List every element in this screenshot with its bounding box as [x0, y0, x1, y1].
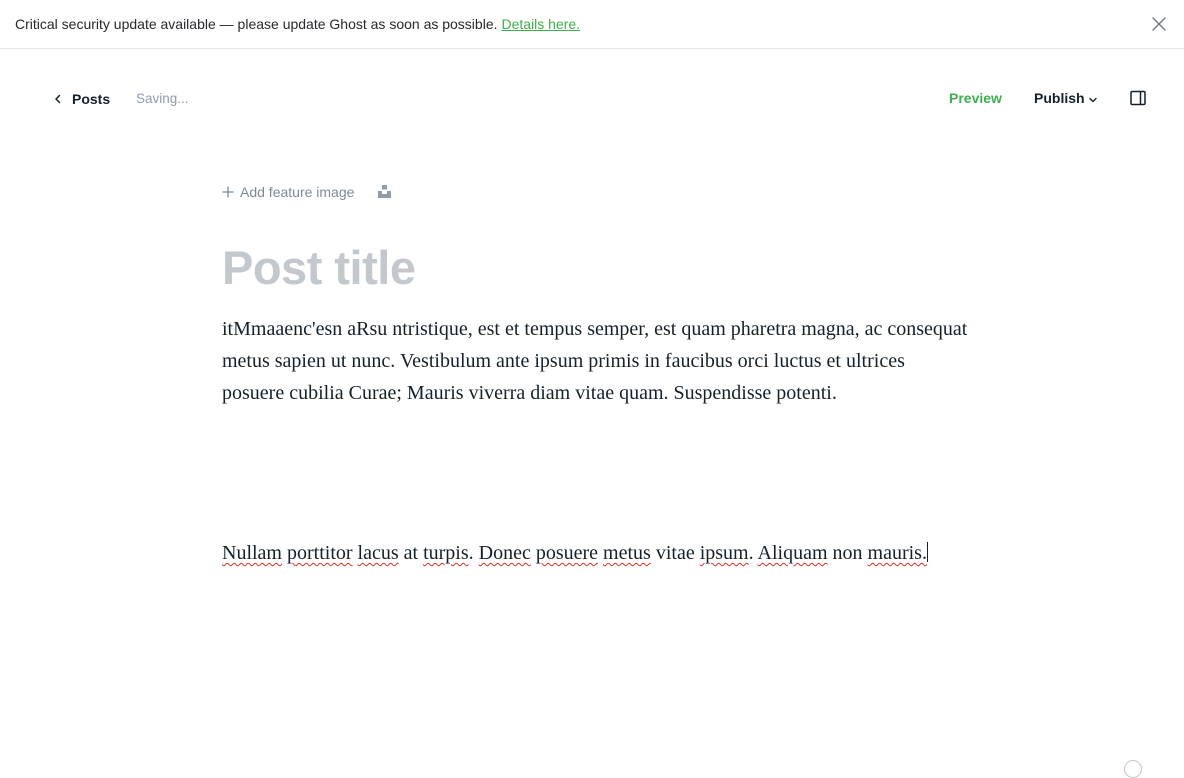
details-link[interactable]: Details here. [502, 16, 581, 32]
misspelled-word: turpis [423, 542, 469, 564]
chevron-left-icon [55, 94, 61, 104]
paragraph-text: at [398, 542, 424, 564]
paragraph-text: . [748, 542, 758, 564]
publish-label: Publish [1034, 90, 1085, 106]
misspelled-word: posuere [535, 542, 599, 564]
misspelled-word: ipsum [699, 542, 749, 564]
misspelled-word: porttitor [287, 542, 353, 564]
post-title-input[interactable]: Post title [222, 238, 416, 298]
back-label: Posts [72, 91, 111, 107]
paragraph-text: . [468, 542, 479, 564]
chevron-down-icon [1088, 97, 1097, 102]
add-feature-image-label: Add feature image [240, 184, 355, 200]
add-feature-image-button[interactable]: Add feature image [222, 184, 354, 200]
preview-button[interactable]: Preview [949, 90, 1002, 106]
text-cursor [926, 542, 928, 562]
help-icon[interactable] [1124, 760, 1142, 778]
misspelled-word: metus [603, 542, 651, 564]
banner-message-row: Critical security update available — ple… [15, 16, 580, 33]
misspelled-word: mauris. [867, 542, 927, 564]
misspelled-word: Nullam [222, 542, 282, 564]
close-icon[interactable] [1150, 15, 1168, 33]
unsplash-icon[interactable] [377, 184, 392, 199]
banner-message: Critical security update available — ple… [15, 16, 498, 32]
paragraph-text: non [827, 542, 868, 564]
body-paragraph[interactable]: itMmaaenc'esn aRsu ntristique, est et te… [222, 313, 972, 409]
misspelled-word: lacus [357, 542, 399, 564]
sidebar-toggle-icon[interactable] [1129, 89, 1147, 107]
plus-icon [222, 186, 234, 198]
save-status: Saving... [136, 91, 189, 106]
back-to-posts-button[interactable]: Posts [52, 89, 110, 109]
publish-button[interactable]: Publish [1034, 90, 1098, 106]
paragraph-text: vitae [650, 542, 700, 564]
misspelled-word: Donec [478, 542, 531, 564]
body-paragraph-2[interactable]: Nullam porttitor lacus at turpis. Donec … [222, 537, 972, 569]
update-banner: Critical security update available — ple… [0, 0, 1184, 49]
misspelled-word: Aliquam [757, 542, 828, 564]
